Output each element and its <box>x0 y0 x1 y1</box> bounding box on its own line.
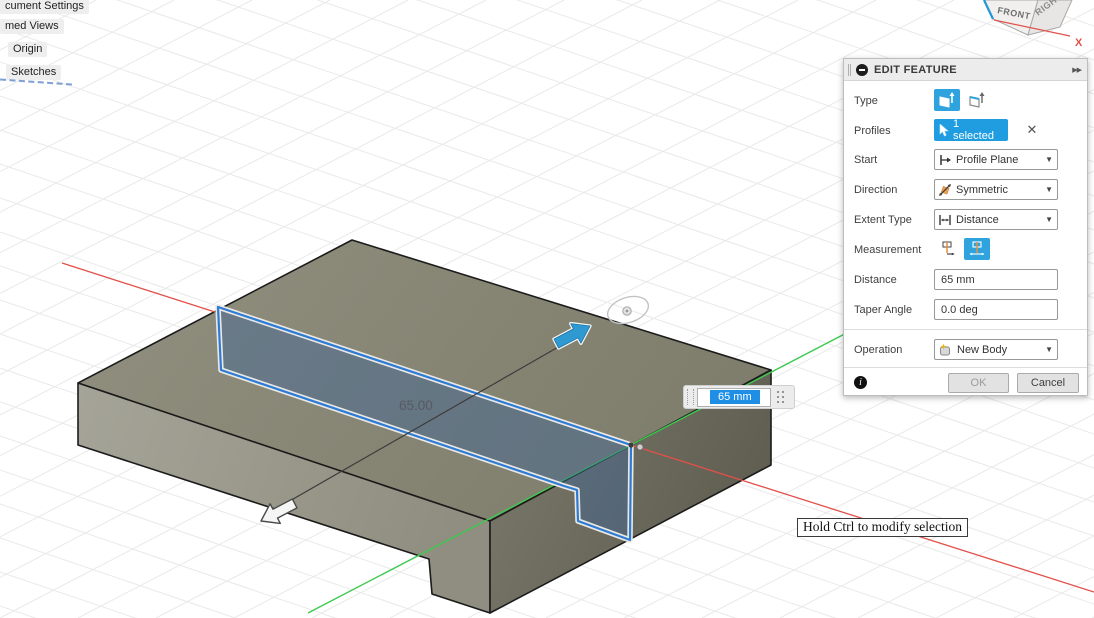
more-options-dots-icon[interactable] <box>777 391 784 403</box>
operation-dropdown[interactable]: New Body ▼ <box>934 339 1058 360</box>
chevron-down-icon: ▼ <box>1045 155 1054 164</box>
x-axis-line-left <box>62 263 215 312</box>
chevron-down-icon: ▼ <box>1045 185 1054 194</box>
measurement-label: Measurement <box>854 239 921 261</box>
symmetric-icon <box>938 183 952 197</box>
browser-item-origin[interactable]: Origin <box>8 42 47 57</box>
viewcube[interactable]: FRONT RIGHT X <box>975 0 1094 60</box>
operation-label: Operation <box>854 339 902 361</box>
collapse-icon[interactable] <box>856 64 868 76</box>
profiles-selected-count: 1 selected <box>953 118 1003 142</box>
new-body-icon <box>938 343 953 357</box>
dialog-title: EDIT FEATURE <box>874 64 957 76</box>
extent-type-dropdown[interactable]: Distance ▼ <box>934 209 1058 230</box>
floating-distance-widget[interactable]: 65 mm <box>683 385 795 409</box>
divider <box>844 367 1087 368</box>
browser-item-sketches[interactable]: Sketches <box>6 65 61 80</box>
extent-type-value: Distance <box>956 214 1041 226</box>
start-label: Start <box>854 149 877 171</box>
drag-grip-icon[interactable] <box>687 389 694 405</box>
info-icon[interactable]: i <box>854 376 867 389</box>
dimension-value[interactable]: 65.00 <box>399 398 433 413</box>
profiles-label: Profiles <box>854 120 891 142</box>
profiles-selected-button[interactable]: 1 selected <box>934 119 1008 141</box>
origin-ring-marker <box>637 444 643 450</box>
sketch-origin-point <box>628 442 633 447</box>
viewcube-x-label: X <box>1075 37 1083 49</box>
divider <box>844 329 1087 330</box>
direction-value: Symmetric <box>956 184 1041 196</box>
type-label: Type <box>854 90 878 112</box>
close-x-icon[interactable]: ✕ <box>1024 119 1040 141</box>
browser-item-document-settings[interactable]: cument Settings <box>0 0 89 14</box>
expand-chevrons-icon[interactable]: ▶▶ <box>1072 66 1081 74</box>
measure-half-icon[interactable] <box>934 238 960 260</box>
chevron-down-icon: ▼ <box>1045 345 1054 354</box>
extrude-thin-icon[interactable] <box>964 89 990 111</box>
extrude-solid-icon[interactable] <box>934 89 960 111</box>
cursor-select-icon <box>939 124 949 137</box>
cancel-button[interactable]: Cancel <box>1017 373 1079 393</box>
extent-type-label: Extent Type <box>854 209 912 231</box>
profile-plane-icon <box>938 153 952 167</box>
selected-text: 65 mm <box>710 390 760 404</box>
direction-label: Direction <box>854 179 897 201</box>
measure-full-icon[interactable] <box>964 238 990 260</box>
browser-item-named-views[interactable]: med Views <box>0 19 64 34</box>
distance-label: Distance <box>854 269 897 291</box>
ok-button[interactable]: OK <box>948 373 1009 393</box>
taper-angle-input[interactable] <box>934 299 1058 320</box>
fusion-canvas: 65.00 cument Settings med Views Origin S… <box>0 0 1094 618</box>
start-value: Profile Plane <box>956 154 1041 166</box>
selection-hint-tooltip: Hold Ctrl to modify selection <box>797 518 968 537</box>
dialog-header[interactable]: EDIT FEATURE ▶▶ <box>844 59 1087 81</box>
direction-dropdown[interactable]: Symmetric ▼ <box>934 179 1058 200</box>
operation-value: New Body <box>957 344 1041 356</box>
dialog-grip-icon[interactable] <box>848 64 851 76</box>
taper-angle-label: Taper Angle <box>854 299 912 321</box>
distance-input[interactable] <box>934 269 1058 290</box>
chevron-down-icon: ▼ <box>1045 215 1054 224</box>
distance-inline-input[interactable]: 65 mm <box>697 388 771 407</box>
start-dropdown[interactable]: Profile Plane ▼ <box>934 149 1058 170</box>
distance-extent-icon <box>938 213 952 227</box>
edit-feature-dialog: EDIT FEATURE ▶▶ Type Profiles <box>843 58 1088 396</box>
